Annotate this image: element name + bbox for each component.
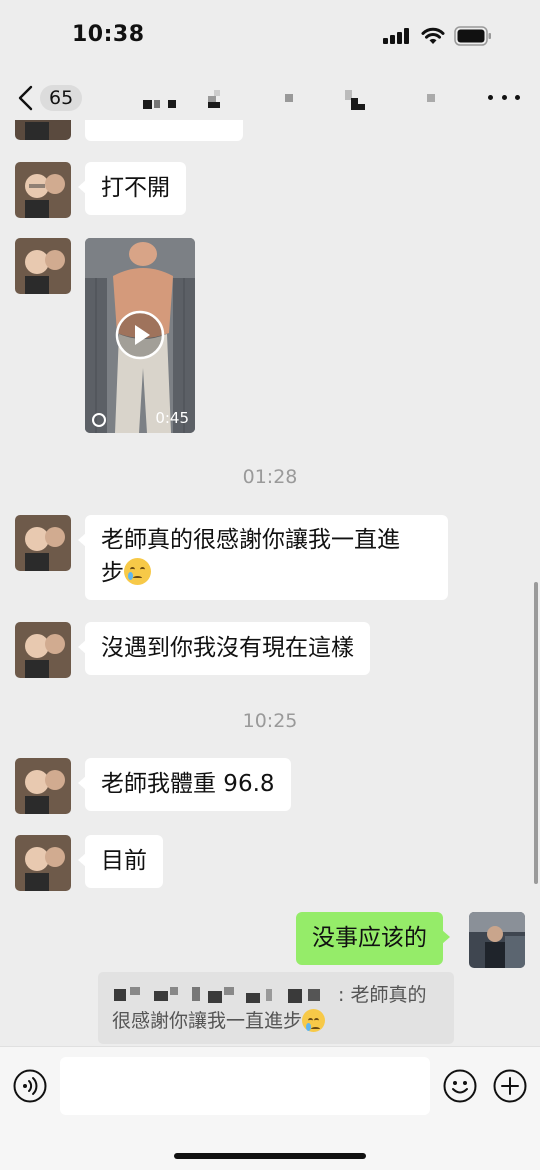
message-bubble[interactable]: 老師我體重 96.8 xyxy=(78,758,291,811)
play-icon[interactable] xyxy=(115,310,165,360)
voice-input-button[interactable] xyxy=(13,1069,47,1103)
message-text-line1: 老師真的很感謝你讓我一直進 xyxy=(101,527,400,553)
message-bubble[interactable]: 打不開 xyxy=(78,162,186,215)
back-button[interactable]: 65 xyxy=(14,80,86,116)
crying-face-emoji-icon xyxy=(302,1009,326,1032)
avatar[interactable] xyxy=(15,238,71,294)
chat-header: 65 xyxy=(0,74,540,120)
cellular-signal-icon xyxy=(383,28,411,44)
message-bubble[interactable]: 沒遇到你我沒有現在這樣 xyxy=(78,622,370,675)
message-input[interactable] xyxy=(60,1057,430,1115)
message-bubble[interactable]: 目前 xyxy=(78,835,163,888)
chat-message-list[interactable]: 打不開 0:45 01:28 老師真的很感謝你讓我一直進 步 沒遇到你我沒有現在… xyxy=(0,120,540,1046)
quote-sender-redacted xyxy=(112,985,338,1003)
crying-face-emoji-icon xyxy=(124,558,151,585)
message-bubble-partial[interactable] xyxy=(85,120,243,141)
chat-title-redacted xyxy=(140,88,440,110)
video-duration: 0:45 xyxy=(155,409,189,427)
avatar[interactable] xyxy=(15,835,71,891)
battery-icon xyxy=(454,26,491,46)
input-bar xyxy=(0,1046,540,1170)
timestamp: 01:28 xyxy=(242,466,298,488)
my-avatar[interactable] xyxy=(469,912,525,968)
quote-text-line2: 很感謝你讓我一直進步 xyxy=(112,1010,303,1032)
quote-text-line1: : 老師真的 xyxy=(338,984,427,1006)
message-bubble-outgoing[interactable]: 没事应该的 xyxy=(296,912,450,965)
chevron-left-icon xyxy=(18,85,33,111)
wifi-icon xyxy=(421,27,445,44)
video-status-icon xyxy=(92,413,106,427)
message-text-line2: 步 xyxy=(101,560,124,586)
more-dots-icon xyxy=(488,94,493,100)
status-bar: 10:38 xyxy=(0,0,540,74)
message-text: 没事应该的 xyxy=(312,925,427,951)
timestamp: 10:25 xyxy=(242,710,298,732)
avatar[interactable] xyxy=(15,162,71,218)
emoji-button[interactable] xyxy=(443,1069,477,1103)
avatar[interactable] xyxy=(15,515,71,571)
status-time: 10:38 xyxy=(72,22,145,47)
home-indicator[interactable] xyxy=(174,1153,366,1159)
avatar[interactable] xyxy=(15,758,71,814)
video-message[interactable]: 0:45 xyxy=(85,238,195,433)
quoted-reply[interactable]: : 老師真的 很感謝你讓我一直進步 xyxy=(98,972,454,1044)
avatar[interactable] xyxy=(15,120,71,140)
message-text: 沒遇到你我沒有現在這樣 xyxy=(101,635,354,661)
avatar[interactable] xyxy=(15,622,71,678)
more-options-button[interactable] xyxy=(484,84,524,110)
plus-button[interactable] xyxy=(493,1069,527,1103)
message-text: 目前 xyxy=(101,848,147,874)
scrollbar[interactable] xyxy=(534,582,538,884)
message-bubble[interactable]: 老師真的很感謝你讓我一直進 步 xyxy=(78,515,448,600)
message-text: 老師我體重 96.8 xyxy=(101,771,275,797)
unread-count-badge: 65 xyxy=(40,85,83,111)
message-text: 打不開 xyxy=(101,175,170,201)
